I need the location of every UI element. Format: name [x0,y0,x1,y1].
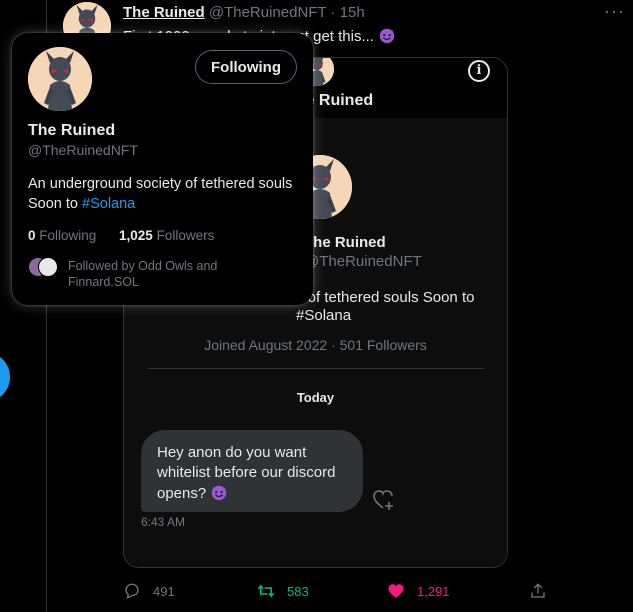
hovercard-handle[interactable]: @TheRuinedNFT [28,142,138,158]
add-reaction-heart-icon[interactable] [372,489,396,511]
smiling-devil-emoji-icon [378,26,396,44]
tweet-actions: 491 583 1,291 [123,580,553,602]
message-text: Hey anon do you want whitelist before ou… [157,444,336,502]
tweet-timestamp[interactable]: 15h [340,4,365,21]
like-button[interactable]: 1,291 [387,580,450,602]
mutual-followers-text[interactable]: Followed by Odd Owls and Finnard.SOL [68,258,258,290]
card-day-label: Today [296,390,335,405]
following-count: 0 [28,228,36,243]
hovercard-name[interactable]: The Ruined [28,122,115,140]
share-button[interactable] [529,580,559,602]
info-icon[interactable]: i [468,60,490,82]
hashtag-link[interactable]: #Solana [82,196,135,212]
followers-stat[interactable]: 1,025 Followers [119,228,214,243]
followers-count: 1,025 [119,228,153,243]
heart-filled-icon [388,584,404,598]
mutual-avatar [38,257,58,277]
mutual-followers-avatars [28,257,60,277]
card-joined-info: Joined August 2022 · 501 Followers [204,337,427,353]
following-label: Following [39,228,97,243]
following-button[interactable]: Following [195,50,297,84]
card-profile-handle: @TheRuinedNFT [304,253,422,270]
tweet-header: The Ruined @TheRuinedNFT · 15h [123,4,365,21]
reply-count: 491 [153,583,175,599]
card-profile-name: The Ruined [304,234,386,251]
tweet-author-name[interactable]: The Ruined [123,4,205,21]
hovercard-avatar[interactable] [28,47,92,111]
card-profile-bio: y of tethered souls Soon to #Solana [296,289,475,324]
profile-hovercard: Following The Ruined @TheRuinedNFT An un… [12,33,313,305]
compose-fab[interactable] [0,354,10,400]
message-bubble: Hey anon do you want whitelist before ou… [141,430,363,512]
hovercard-bio-text: An underground society of tethered souls… [28,176,293,212]
reply-icon [125,583,139,599]
tweet-header-separator: · [330,4,336,21]
card-divider [148,368,484,369]
retweet-count: 583 [287,583,309,599]
share-icon [531,583,545,598]
hovercard-bio: An underground society of tethered souls… [28,174,298,214]
following-stat[interactable]: 0 Following [28,228,96,243]
smiling-devil-emoji-icon [210,483,228,501]
retweet-button[interactable]: 583 [257,580,309,602]
like-count: 1,291 [417,583,450,599]
reply-button[interactable]: 491 [123,580,175,602]
message-time: 6:43 AM [141,515,186,529]
tweet-author-handle[interactable]: @TheRuinedNFT [209,4,327,21]
more-horizontal-icon[interactable]: ··· [604,2,628,22]
retweet-icon [257,584,275,598]
followers-label: Followers [156,228,215,243]
